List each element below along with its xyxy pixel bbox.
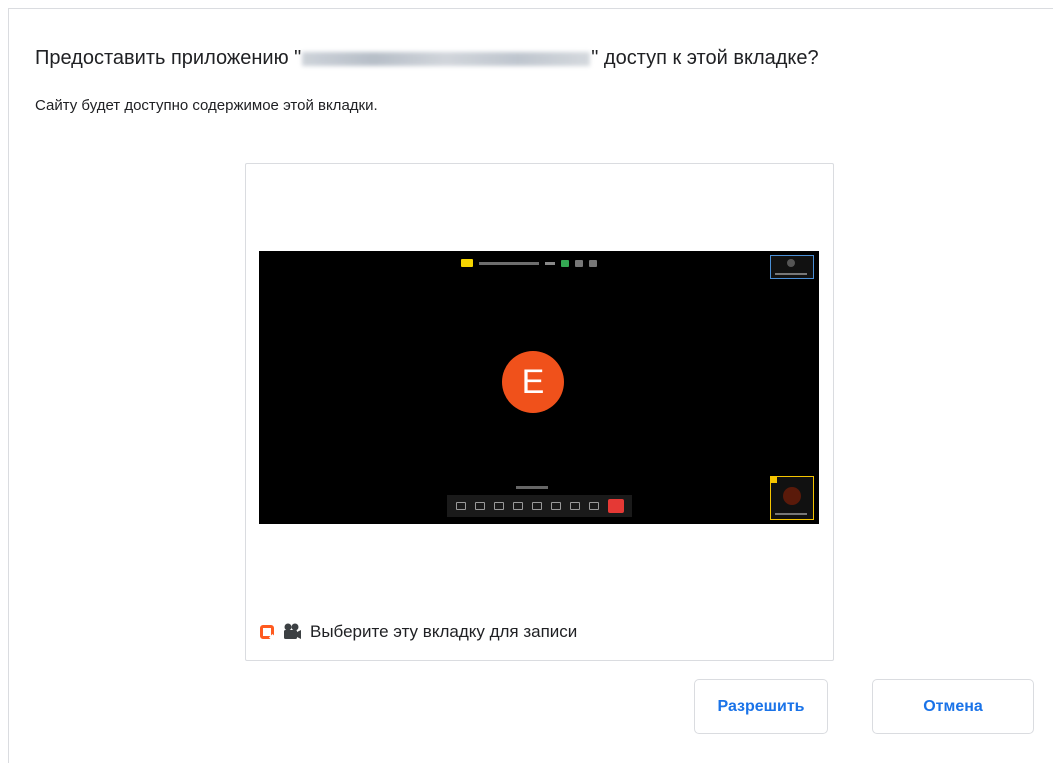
preview-top-bar: [461, 259, 597, 267]
site-favicon-icon: [260, 625, 274, 639]
end-call-icon: [607, 499, 624, 513]
cancel-button[interactable]: Отмена: [872, 679, 1034, 734]
allow-button[interactable]: Разрешить: [694, 679, 828, 734]
participant-thumbnail: [770, 255, 814, 279]
blurred-site-name: [302, 51, 591, 66]
dialog-subtitle: Сайту будет доступно содержимое этой вкл…: [35, 97, 378, 114]
call-toolbar: [447, 495, 632, 517]
caption-text: Выберите эту вкладку для записи: [310, 622, 578, 641]
participant-name-label: [516, 486, 548, 489]
share-tab-dialog: Предоставить приложению " " доступ к этой…: [8, 8, 1053, 763]
self-thumbnail: [770, 476, 814, 520]
participant-avatar: E: [502, 351, 564, 413]
tab-preview-card[interactable]: E Выберите эту вкладку для записи: [245, 163, 834, 661]
dialog-title: Предоставить приложению " " доступ к этой…: [35, 47, 819, 69]
recording-icon: [284, 623, 301, 639]
preview-caption: Выберите эту вкладку для записи: [260, 620, 577, 644]
tab-preview-screenshot: E: [259, 251, 819, 524]
